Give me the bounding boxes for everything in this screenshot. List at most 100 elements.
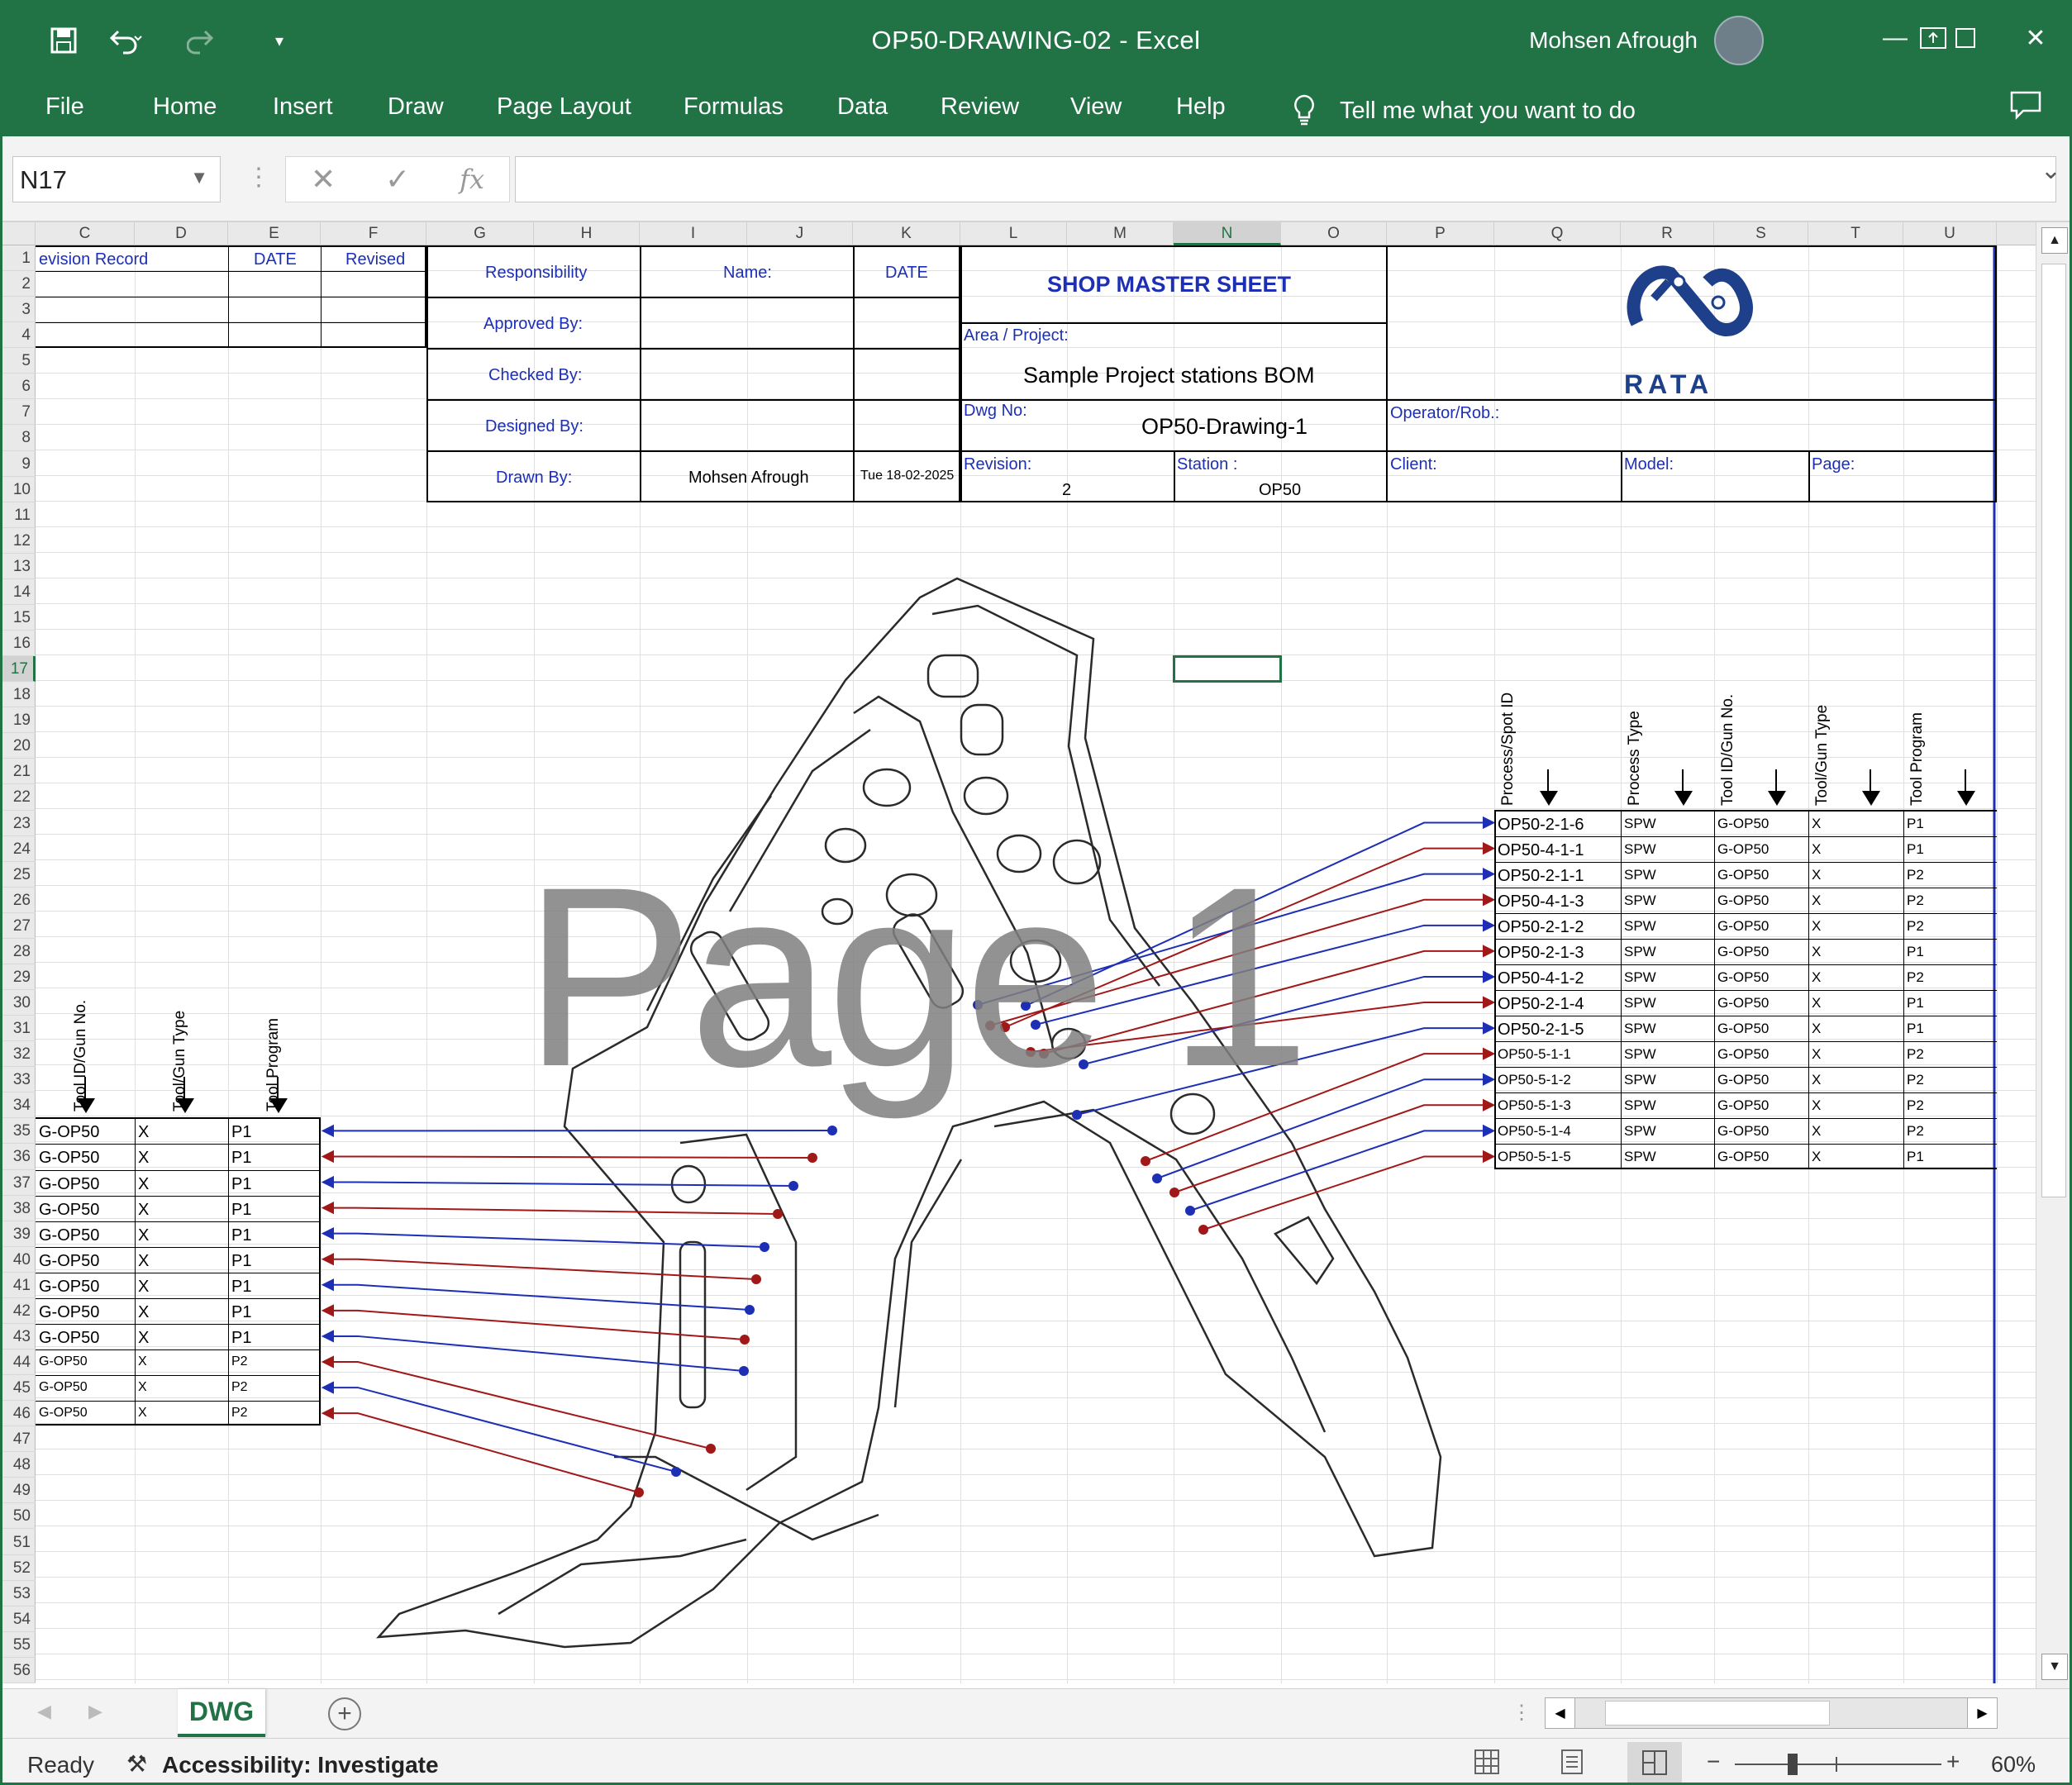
zoom-level[interactable]: 60% — [1991, 1752, 2036, 1778]
tab-split-grip[interactable]: ⋮ — [1512, 1701, 1531, 1725]
zoom-out-icon[interactable]: − — [1707, 1749, 1720, 1775]
drawn-date: Tue 18-02-2025 — [860, 469, 955, 483]
station-value: OP50 — [1259, 481, 1302, 499]
right-table-cell: SPW — [1624, 917, 1656, 934]
left-leader-line — [325, 1283, 750, 1311]
right-table-cell: X — [1812, 917, 1822, 934]
right-table-header: Tool ID/Gun No. — [1719, 693, 1736, 806]
down-arrow-icon — [269, 1098, 288, 1113]
right-table-cell: OP50-2-1-3 — [1498, 943, 1584, 962]
scroll-down-button[interactable]: ▼ — [2041, 1654, 2068, 1680]
revision-value: 2 — [1062, 481, 1072, 499]
zoom-slider-thumb[interactable] — [1788, 1754, 1798, 1775]
normal-view-icon[interactable] — [1474, 1749, 1500, 1779]
page-break-preview-icon[interactable] — [1627, 1742, 1682, 1783]
spot-weld-point — [807, 1153, 817, 1163]
right-leader-line — [1083, 975, 1490, 1065]
next-sheet-icon[interactable]: ▶ — [88, 1701, 102, 1722]
scroll-up-button[interactable]: ▲ — [2041, 227, 2068, 254]
zoom-in-icon[interactable]: + — [1946, 1749, 1960, 1775]
spot-weld-point — [740, 1335, 750, 1345]
right-table-cell: OP50-5-1-2 — [1498, 1072, 1571, 1088]
left-table-cell: P1 — [231, 1251, 252, 1270]
page-layout-view-icon[interactable] — [1559, 1749, 1585, 1779]
leader-arrowhead — [321, 1150, 334, 1164]
accessibility-status[interactable]: Accessibility: Investigate — [162, 1752, 439, 1778]
left-table-cell: G-OP50 — [39, 1251, 100, 1270]
left-table-cell: G-OP50 — [39, 1226, 100, 1245]
right-table-cell: OP50-2-1-5 — [1498, 1021, 1584, 1040]
selected-cell[interactable] — [1173, 655, 1282, 683]
right-table-header: Tool Program — [1908, 712, 1926, 806]
down-arrow-icon — [77, 1098, 95, 1113]
leader-arrowhead — [321, 1175, 334, 1189]
right-table-cell: P1 — [1907, 1021, 1924, 1037]
left-table-cell: G-OP50 — [39, 1149, 100, 1168]
right-table-cell: OP50-5-1-5 — [1498, 1149, 1571, 1165]
sheet-title: SHOP MASTER SHEET — [1047, 272, 1292, 297]
left-table-cell: X — [138, 1328, 150, 1347]
left-table-cell: P2 — [231, 1406, 248, 1421]
down-arrow-icon — [1768, 791, 1786, 806]
right-table-cell: OP50-4-1-2 — [1498, 969, 1584, 988]
horizontal-scrollbar[interactable]: ◀ ▶ — [1545, 1697, 1998, 1729]
accessibility-icon[interactable]: ⚒ — [126, 1750, 147, 1778]
spot-weld-point — [745, 1305, 755, 1315]
left-leader-line — [325, 1181, 794, 1187]
vertical-scrollbar[interactable]: ▲ ▼ — [2036, 222, 2070, 1689]
sheet-tab-dwg[interactable]: DWG — [178, 1689, 265, 1737]
spot-weld-point — [1079, 1059, 1088, 1069]
right-table-cell: X — [1812, 969, 1822, 985]
left-table-cell: X — [138, 1354, 147, 1368]
left-leader-line — [325, 1207, 779, 1215]
right-table-cell: SPW — [1624, 1021, 1656, 1037]
right-table-cell: G-OP50 — [1717, 943, 1770, 959]
spot-weld-point — [1198, 1225, 1208, 1235]
right-table-cell: G-OP50 — [1717, 815, 1770, 831]
prev-sheet-icon[interactable]: ◀ — [37, 1701, 51, 1722]
left-leader-line — [325, 1361, 712, 1449]
scroll-left-button[interactable]: ◀ — [1546, 1698, 1575, 1728]
horizontal-scroll-thumb[interactable] — [1605, 1701, 1830, 1726]
left-table-cell: G-OP50 — [39, 1123, 100, 1142]
expand-formula-bar-icon[interactable]: ⌄ — [2041, 156, 2061, 185]
right-table-cell: SPW — [1624, 840, 1656, 857]
leader-arrowhead — [1483, 1073, 1496, 1086]
left-table-cell: X — [138, 1200, 150, 1219]
right-table-cell: SPW — [1624, 1149, 1656, 1165]
down-arrow-icon — [1674, 791, 1693, 806]
right-table-cell: G-OP50 — [1717, 1046, 1770, 1063]
right-table-cell: X — [1812, 840, 1822, 857]
left-table-cell: G-OP50 — [39, 1174, 100, 1193]
right-table-cell: P1 — [1907, 943, 1924, 959]
left-table-cell: X — [138, 1302, 150, 1321]
left-table-header: Tool/Gun Type — [171, 1010, 188, 1111]
leader-arrowhead — [1483, 868, 1496, 881]
spot-weld-point — [1072, 1110, 1082, 1120]
responsibility-label: Responsibility — [485, 264, 588, 282]
leader-arrowhead — [1483, 996, 1496, 1009]
left-leader-line — [325, 1309, 745, 1340]
right-table-cell: X — [1812, 943, 1822, 959]
left-table-cell: X — [138, 1406, 147, 1421]
left-table-cell: X — [138, 1174, 150, 1193]
right-table-cell: SPW — [1624, 1097, 1656, 1114]
vertical-scroll-thumb[interactable] — [2041, 264, 2066, 1197]
part-outline — [376, 577, 1442, 1649]
zoom-slider[interactable] — [1735, 1764, 1941, 1765]
model-label: Model: — [1624, 455, 1674, 474]
scroll-right-button[interactable]: ▶ — [1967, 1698, 1997, 1728]
left-table-cell: G-OP50 — [39, 1354, 88, 1368]
right-table-cell: G-OP50 — [1717, 1021, 1770, 1037]
right-table-cell: X — [1812, 1149, 1822, 1165]
left-table-cell: P1 — [231, 1123, 252, 1142]
right-table-cell: P2 — [1907, 969, 1924, 985]
right-table-header: Process Type — [1626, 711, 1643, 806]
spot-weld-point — [1169, 1188, 1179, 1197]
right-leader-line — [977, 873, 1490, 1006]
right-table-cell: OP50-2-1-2 — [1498, 917, 1584, 936]
leader-arrowhead — [1483, 1047, 1496, 1060]
spot-weld-point — [706, 1444, 716, 1454]
add-sheet-button[interactable]: + — [328, 1697, 361, 1730]
left-table-cell: X — [138, 1123, 150, 1142]
